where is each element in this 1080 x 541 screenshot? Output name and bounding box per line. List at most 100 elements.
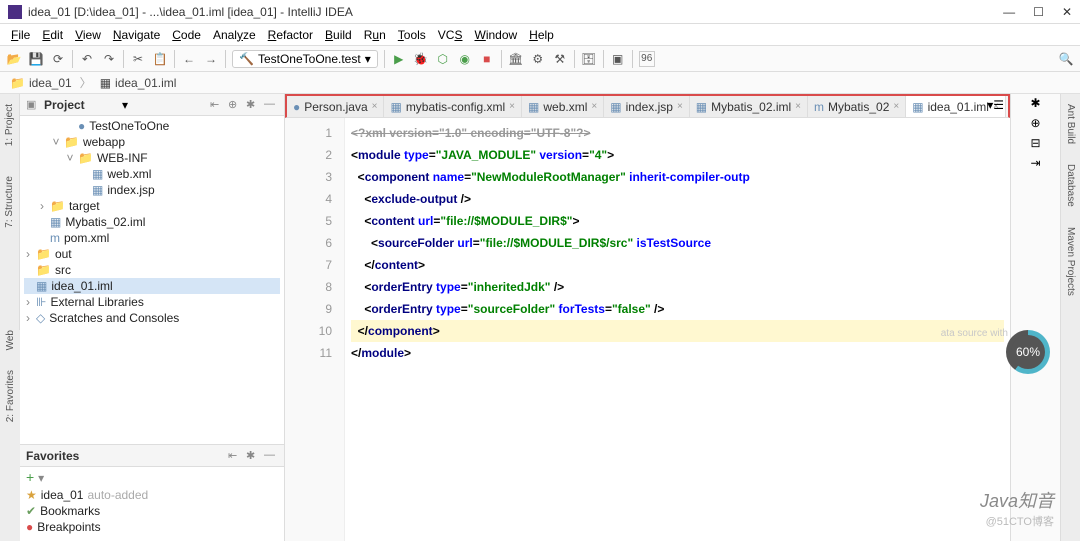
menu-vcs[interactable]: VCS — [433, 26, 468, 44]
menu-refactor[interactable]: Refactor — [263, 26, 318, 44]
close-icon[interactable]: × — [795, 101, 801, 112]
tab-dropdown-icon[interactable]: ▾☰ — [987, 98, 1004, 112]
misc-icon[interactable]: ▣ — [610, 51, 626, 67]
tree-item[interactable]: ›◇Scratches and Consoles — [24, 310, 280, 326]
menu-help[interactable]: Help — [524, 26, 559, 44]
minimize-button[interactable]: — — [1003, 5, 1015, 19]
rail-button[interactable]: Database — [1065, 164, 1076, 207]
chevron-down-icon[interactable]: ▾ — [122, 98, 128, 112]
rail-button[interactable]: Maven Projects — [1065, 227, 1076, 296]
menu-navigate[interactable]: Navigate — [108, 26, 165, 44]
redo-icon[interactable]: ↷ — [101, 51, 117, 67]
tool1-icon[interactable]: ⚙ — [530, 51, 546, 67]
progress-indicator[interactable]: 60% — [1006, 330, 1050, 374]
rail-button[interactable]: Ant Build — [1065, 104, 1076, 144]
editor-tab[interactable]: ▦index.jsp× — [604, 96, 690, 117]
menu-bar: FileEditViewNavigateCodeAnalyzeRefactorB… — [0, 24, 1080, 46]
rail-button[interactable]: 7: Structure — [4, 176, 15, 228]
line-gutter: 1234567891011 — [285, 118, 345, 541]
menu-build[interactable]: Build — [320, 26, 357, 44]
editor-right-gutter: ✱ ⊕ ⊟ ⇥ — [1010, 94, 1060, 541]
debug-icon[interactable]: 🐞 — [413, 51, 429, 67]
editor-tab[interactable]: ▦Mybatis_02.iml× — [690, 96, 808, 117]
tree-item[interactable]: ˅📁webapp — [24, 134, 280, 150]
menu-analyze[interactable]: Analyze — [208, 26, 261, 44]
gear-icon[interactable]: ✱ — [246, 449, 260, 463]
collapse-icon[interactable]: ⇤ — [210, 98, 224, 112]
db-icon[interactable]: 🗄 — [581, 51, 597, 67]
favorite-item[interactable]: ★idea_01 auto-added — [26, 487, 278, 503]
refresh-icon[interactable]: ⟳ — [50, 51, 66, 67]
close-icon[interactable]: × — [591, 101, 597, 112]
open-icon[interactable]: 📂 — [6, 51, 22, 67]
menu-edit[interactable]: Edit — [37, 26, 68, 44]
tree-item[interactable]: ›📁target — [24, 198, 280, 214]
favorite-item[interactable]: ●Breakpoints — [26, 519, 278, 535]
menu-window[interactable]: Window — [469, 26, 522, 44]
hide-icon[interactable]: — — [264, 98, 278, 112]
gutter-icon[interactable]: ⇥ — [1030, 156, 1040, 170]
cut-icon[interactable]: ✂ — [130, 51, 146, 67]
copy-icon[interactable]: 📋 — [152, 51, 168, 67]
chevron-down-icon: ▾ — [365, 52, 371, 66]
close-icon[interactable]: × — [372, 101, 378, 112]
breadcrumb-item[interactable]: 📁 idea_01 — [6, 75, 76, 91]
add-favorite-button[interactable]: + ▾ — [20, 467, 284, 487]
tool2-icon[interactable]: ⚒ — [552, 51, 568, 67]
num-badge[interactable]: 96 — [639, 51, 655, 67]
editor-tab[interactable]: ▦web.xml× — [522, 96, 604, 117]
menu-tools[interactable]: Tools — [393, 26, 431, 44]
rail-button[interactable]: 1: Project — [4, 104, 15, 146]
forward-icon[interactable]: → — [203, 51, 219, 67]
run-config-selector[interactable]: 🔨 TestOneToOne.test ▾ — [232, 50, 378, 68]
code-editor[interactable]: <?xml version="1.0" encoding="UTF-8"?><m… — [345, 118, 1010, 541]
close-button[interactable]: ✕ — [1062, 5, 1072, 19]
back-icon[interactable]: ← — [181, 51, 197, 67]
tree-item[interactable]: ›📁out — [24, 246, 280, 262]
menu-view[interactable]: View — [70, 26, 106, 44]
tree-item[interactable]: ▦Mybatis_02.iml — [24, 214, 280, 230]
undo-icon[interactable]: ↶ — [79, 51, 95, 67]
save-icon[interactable]: 💾 — [28, 51, 44, 67]
menu-file[interactable]: File — [6, 26, 35, 44]
project-tree[interactable]: ●TestOneToOne˅📁webapp˅📁WEB-INF▦web.xml▦i… — [20, 116, 284, 444]
tree-item[interactable]: 📁src — [24, 262, 280, 278]
favorite-item[interactable]: ✔Bookmarks — [26, 503, 278, 519]
profile-icon[interactable]: ◉ — [457, 51, 473, 67]
editor-tab[interactable]: ●Person.java× — [287, 96, 384, 117]
tree-item[interactable]: ▦idea_01.iml — [24, 278, 280, 294]
collapse-icon[interactable]: ⇤ — [228, 449, 242, 463]
menu-run[interactable]: Run — [359, 26, 391, 44]
editor-tab[interactable]: mMybatis_02× — [808, 96, 906, 117]
tree-item[interactable]: ▦index.jsp — [24, 182, 280, 198]
editor-tab[interactable]: ▦mybatis-config.xml× — [384, 96, 522, 117]
structure-icon[interactable]: 🏛 — [508, 51, 524, 67]
maximize-button[interactable]: ☐ — [1033, 5, 1044, 19]
rail-button[interactable]: 2: Favorites — [5, 370, 16, 422]
panel-title: Project — [44, 98, 118, 112]
close-icon[interactable]: × — [893, 101, 899, 112]
gutter-icon[interactable]: ✱ — [1030, 96, 1040, 110]
close-icon[interactable]: × — [677, 101, 683, 112]
stop-icon[interactable]: ■ — [479, 51, 495, 67]
tree-item[interactable]: ›⊪External Libraries — [24, 294, 280, 310]
tree-item[interactable]: ▦web.xml — [24, 166, 280, 182]
gear-icon[interactable]: ✱ — [246, 98, 260, 112]
target-icon[interactable]: ⊕ — [228, 98, 242, 112]
close-icon[interactable]: × — [509, 101, 515, 112]
gutter-icon[interactable]: ⊕ — [1030, 116, 1040, 130]
hammer-icon: 🔨 — [239, 52, 254, 66]
menu-code[interactable]: Code — [167, 26, 206, 44]
rail-button[interactable]: Web — [5, 330, 16, 350]
coverage-icon[interactable]: ⬡ — [435, 51, 451, 67]
gutter-icon[interactable]: ⊟ — [1030, 136, 1040, 150]
search-icon[interactable]: 🔍 — [1058, 51, 1074, 67]
run-icon[interactable]: ▶ — [391, 51, 407, 67]
tree-item[interactable]: mpom.xml — [24, 230, 280, 246]
hide-icon[interactable]: — — [264, 449, 278, 463]
editor-area: ●Person.java×▦mybatis-config.xml×▦web.xm… — [285, 94, 1010, 541]
tree-item[interactable]: ˅📁WEB-INF — [24, 150, 280, 166]
tree-item[interactable]: ●TestOneToOne — [24, 118, 280, 134]
breadcrumb-item[interactable]: ▦ idea_01.iml — [96, 75, 181, 91]
favorites-title: Favorites — [26, 449, 224, 463]
